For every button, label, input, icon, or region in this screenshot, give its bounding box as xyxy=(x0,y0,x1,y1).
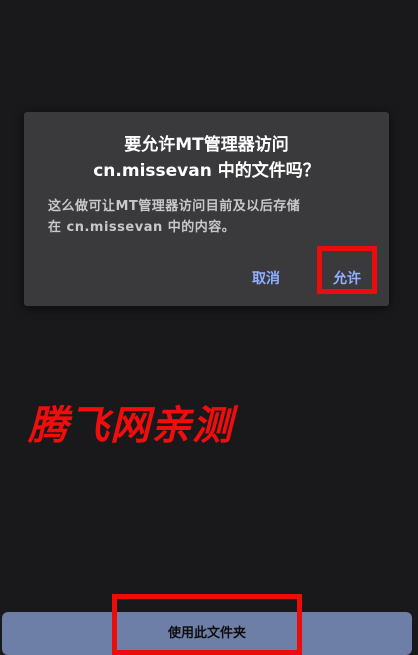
watermark-text: 腾飞网亲测 xyxy=(28,403,233,449)
dialog-message-line1: 这么做可让MT管理器访问目前及以后存储 xyxy=(48,199,301,214)
allow-highlight-box xyxy=(317,246,377,294)
dialog-message: 这么做可让MT管理器访问目前及以后存储 在 cn.missevan 中的内容。 xyxy=(48,196,368,238)
dialog-message-line2: 在 cn.missevan 中的内容。 xyxy=(48,220,236,235)
screen-background xyxy=(0,0,418,655)
dialog-title: 要允许MT管理器访问 cn.missevan 中的文件吗？ xyxy=(24,132,389,184)
dialog-title-line2: cn.missevan 中的文件吗？ xyxy=(93,161,320,181)
dialog-title-line1: 要允许MT管理器访问 xyxy=(124,135,289,155)
cancel-button[interactable]: 取消 xyxy=(242,264,290,294)
bottom-highlight-box xyxy=(112,594,302,655)
